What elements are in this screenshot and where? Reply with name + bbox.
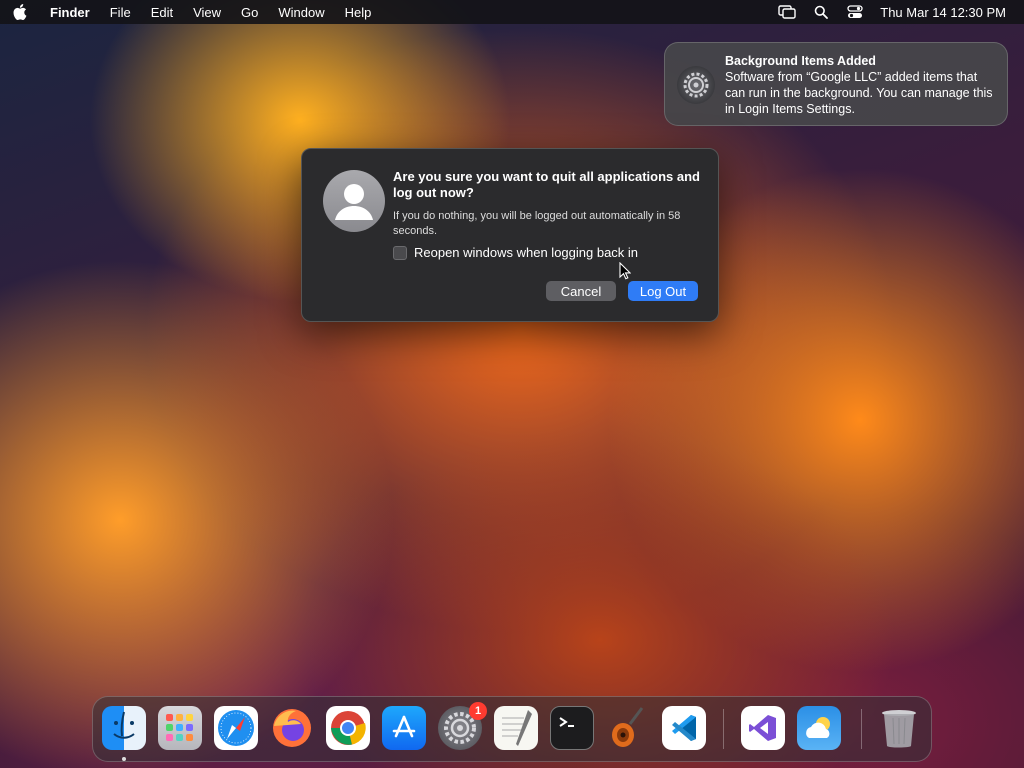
search-icon[interactable] — [804, 0, 838, 24]
log-out-button[interactable]: Log Out — [628, 281, 698, 301]
trash-icon[interactable] — [877, 706, 921, 750]
app-store-icon[interactable] — [382, 706, 426, 750]
settings-gear-icon — [677, 66, 715, 104]
mouse-cursor-icon — [619, 261, 632, 285]
reopen-windows-checkbox[interactable] — [393, 245, 407, 260]
menu-bar: Finder File Edit View Go Window Help Thu… — [0, 0, 1024, 24]
menu-file[interactable]: File — [100, 0, 141, 24]
finder-running-indicator — [122, 757, 126, 761]
reopen-windows-label: Reopen windows when logging back in — [414, 245, 639, 260]
dialog-title: Are you sure you want to quit all applic… — [393, 169, 700, 200]
notification-body: Software from “Google LLC” added items t… — [725, 70, 993, 116]
finder-icon[interactable] — [102, 706, 146, 750]
background-items-notification[interactable]: Background Items Added Software from “Go… — [664, 42, 1008, 126]
menu-clock[interactable]: Thu Mar 14 12:30 PM — [872, 5, 1006, 20]
weather-icon[interactable] — [797, 706, 841, 750]
screen-mirroring-icon[interactable] — [770, 0, 804, 24]
dock-separator — [723, 709, 724, 749]
cancel-button[interactable]: Cancel — [546, 281, 616, 301]
menu-view[interactable]: View — [183, 0, 231, 24]
notification-title: Background Items Added — [725, 54, 876, 68]
menu-edit[interactable]: Edit — [141, 0, 183, 24]
menu-help[interactable]: Help — [335, 0, 382, 24]
menu-app-name[interactable]: Finder — [40, 0, 100, 24]
vscode-icon[interactable] — [662, 706, 706, 750]
terminal-icon[interactable] — [550, 706, 594, 750]
menu-go[interactable]: Go — [231, 0, 268, 24]
safari-icon[interactable] — [214, 706, 258, 750]
system-settings-badge: 1 — [469, 702, 487, 720]
apple-menu-icon[interactable] — [0, 0, 40, 24]
visual-studio-icon[interactable] — [741, 706, 785, 750]
firefox-icon[interactable] — [270, 706, 314, 750]
reopen-windows-row[interactable]: Reopen windows when logging back in — [393, 245, 638, 260]
chrome-icon[interactable] — [326, 706, 370, 750]
control-center-icon[interactable] — [838, 0, 872, 24]
dock: 1 — [92, 696, 932, 762]
dock-separator — [861, 709, 862, 749]
user-avatar-icon — [323, 170, 385, 232]
launchpad-icon[interactable] — [158, 706, 202, 750]
dialog-message: If you do nothing, you will be logged ou… — [393, 210, 681, 237]
menu-window[interactable]: Window — [268, 0, 334, 24]
textedit-icon[interactable] — [494, 706, 538, 750]
garageband-icon[interactable] — [606, 706, 650, 750]
logout-dialog: Are you sure you want to quit all applic… — [301, 148, 719, 322]
